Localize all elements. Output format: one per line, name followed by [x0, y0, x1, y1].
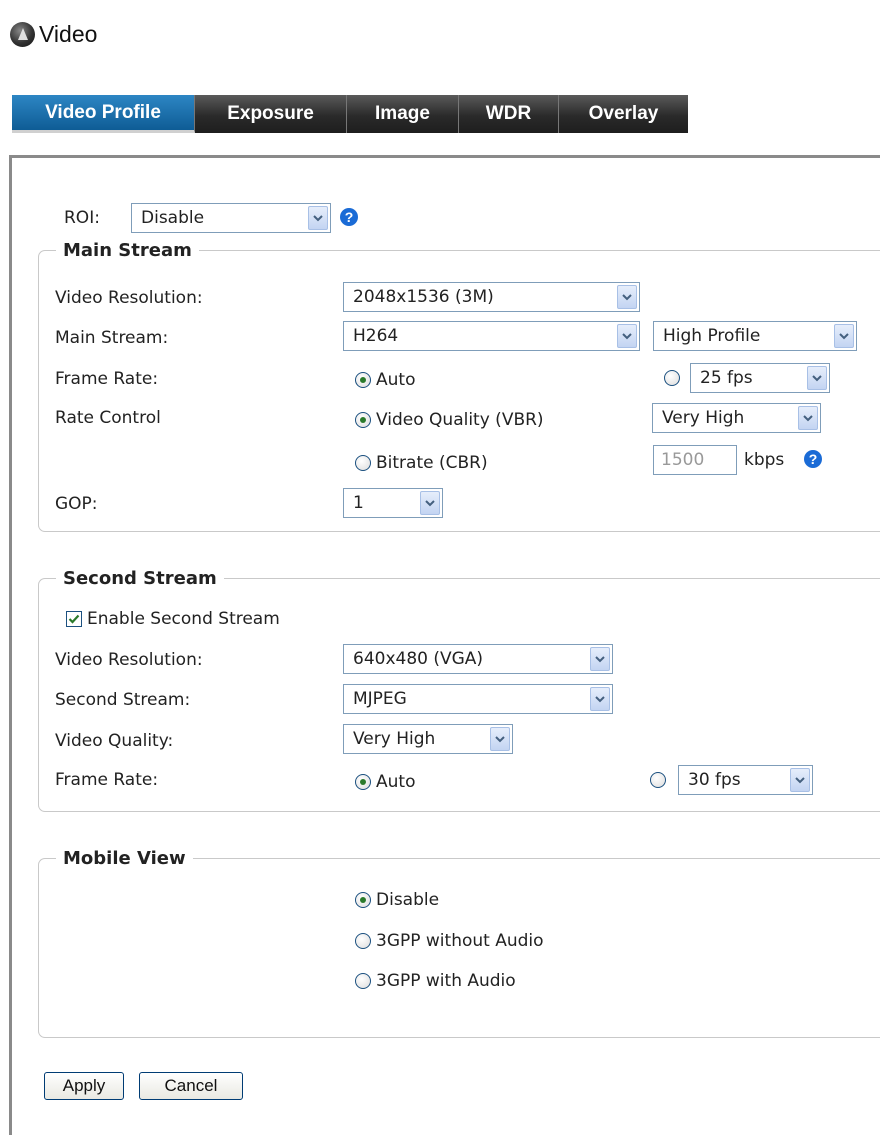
- main-resolution-label: Video Resolution:: [55, 288, 203, 308]
- main-frame-rate-label: Frame Rate:: [55, 369, 159, 389]
- radio-unselected-icon: [664, 370, 680, 386]
- apply-button[interactable]: Apply: [44, 1072, 124, 1100]
- main-stream-legend: Main Stream: [63, 240, 192, 261]
- second-quality-label: Video Quality:: [55, 731, 174, 751]
- gop-value: 1: [353, 493, 364, 513]
- second-frame-rate-label: Frame Rate:: [55, 770, 159, 790]
- roi-help-icon[interactable]: ?: [340, 208, 358, 226]
- page-title: Video: [39, 20, 98, 47]
- second-frame-rate-select[interactable]: 30 fps: [678, 765, 813, 795]
- radio-selected-icon: [355, 774, 371, 790]
- tab-exposure[interactable]: Exposure: [195, 95, 347, 133]
- radio-selected-icon: [355, 372, 371, 388]
- main-frame-rate-auto-label: Auto: [376, 370, 416, 390]
- mobile-view-legend: Mobile View: [63, 848, 186, 869]
- vbr-radio[interactable]: Video Quality (VBR): [355, 410, 544, 430]
- second-quality-select[interactable]: Very High: [343, 724, 513, 754]
- main-frame-rate-value: 25 fps: [700, 368, 753, 388]
- second-frame-rate-auto-radio[interactable]: Auto: [355, 772, 415, 792]
- chevron-down-icon: [490, 727, 510, 751]
- cbr-radio[interactable]: Bitrate (CBR): [355, 453, 488, 473]
- main-profile-value: High Profile: [663, 326, 761, 346]
- main-resolution-value: 2048x1536 (3M): [353, 287, 494, 307]
- chevron-down-icon: [590, 687, 610, 711]
- main-frame-rate-auto-radio[interactable]: Auto: [355, 370, 415, 390]
- mobile-view-3gpp-no-audio-radio[interactable]: 3GPP without Audio: [355, 931, 544, 951]
- chevron-down-icon: [617, 324, 637, 348]
- tab-video-profile[interactable]: Video Profile: [12, 95, 195, 133]
- chevron-down-icon: [420, 491, 440, 515]
- second-codec-select[interactable]: MJPEG: [343, 684, 613, 714]
- second-frame-rate-manual-radio[interactable]: [650, 772, 666, 788]
- roi-value: Disable: [141, 208, 205, 228]
- chevron-down-icon: [590, 647, 610, 671]
- second-codec-label: Second Stream:: [55, 690, 191, 710]
- vbr-quality-select[interactable]: Very High: [652, 403, 821, 433]
- mobile-view-3gpp-audio-label: 3GPP with Audio: [376, 971, 516, 991]
- roi-select[interactable]: Disable: [131, 203, 331, 233]
- radio-selected-icon: [355, 892, 371, 908]
- radio-unselected-icon: [650, 772, 666, 788]
- mobile-view-3gpp-no-audio-label: 3GPP without Audio: [376, 931, 544, 951]
- chevron-down-icon: [834, 324, 854, 348]
- tab-overlay[interactable]: Overlay: [559, 95, 688, 133]
- mobile-view-disable-radio[interactable]: Disable: [355, 890, 439, 910]
- rate-control-label: Rate Control: [55, 408, 161, 428]
- second-codec-value: MJPEG: [353, 689, 407, 709]
- enable-second-stream-checkbox[interactable]: [66, 611, 82, 627]
- main-profile-select[interactable]: High Profile: [653, 321, 857, 351]
- mobile-view-3gpp-audio-radio[interactable]: 3GPP with Audio: [355, 971, 516, 991]
- enable-second-stream-label: Enable Second Stream: [87, 609, 280, 629]
- main-codec-select[interactable]: H264: [343, 321, 640, 351]
- radio-unselected-icon: [355, 933, 371, 949]
- cbr-help-icon[interactable]: ?: [804, 450, 822, 468]
- tab-wdr[interactable]: WDR: [459, 95, 559, 133]
- camera-logo-icon: [10, 21, 35, 47]
- tab-image[interactable]: Image: [347, 95, 459, 133]
- mobile-view-disable-label: Disable: [376, 890, 440, 910]
- chevron-down-icon: [308, 206, 328, 230]
- gop-select[interactable]: 1: [343, 488, 443, 518]
- radio-unselected-icon: [355, 973, 371, 989]
- second-resolution-value: 640x480 (VGA): [353, 649, 484, 669]
- cbr-label: Bitrate (CBR): [376, 453, 488, 473]
- gop-label: GOP:: [55, 494, 98, 514]
- chevron-down-icon: [617, 285, 637, 309]
- second-stream-legend: Second Stream: [63, 568, 217, 589]
- second-frame-rate-value: 30 fps: [688, 770, 741, 790]
- chevron-down-icon: [790, 768, 810, 792]
- second-quality-value: Very High: [353, 729, 436, 749]
- main-codec-label: Main Stream:: [55, 328, 169, 348]
- cbr-bitrate-input[interactable]: 1500: [653, 445, 737, 475]
- main-codec-value: H264: [353, 326, 399, 346]
- chevron-down-icon: [798, 406, 818, 430]
- main-frame-rate-manual-radio[interactable]: [664, 370, 680, 386]
- tab-bar: Video Profile Exposure Image WDR Overlay: [12, 95, 688, 133]
- page-header: Video: [10, 18, 97, 50]
- vbr-label: Video Quality (VBR): [376, 410, 544, 430]
- cbr-unit-label: kbps: [744, 450, 785, 470]
- checkmark-icon: [68, 614, 80, 624]
- second-resolution-select[interactable]: 640x480 (VGA): [343, 644, 613, 674]
- roi-label: ROI:: [64, 208, 100, 228]
- second-resolution-label: Video Resolution:: [55, 650, 203, 670]
- cancel-button[interactable]: Cancel: [139, 1072, 243, 1100]
- radio-unselected-icon: [355, 455, 371, 471]
- main-frame-rate-select[interactable]: 25 fps: [690, 363, 830, 393]
- main-resolution-select[interactable]: 2048x1536 (3M): [343, 282, 640, 312]
- chevron-down-icon: [807, 366, 827, 390]
- radio-selected-icon: [355, 412, 371, 428]
- vbr-quality-value: Very High: [662, 408, 745, 428]
- second-frame-rate-auto-label: Auto: [376, 772, 416, 792]
